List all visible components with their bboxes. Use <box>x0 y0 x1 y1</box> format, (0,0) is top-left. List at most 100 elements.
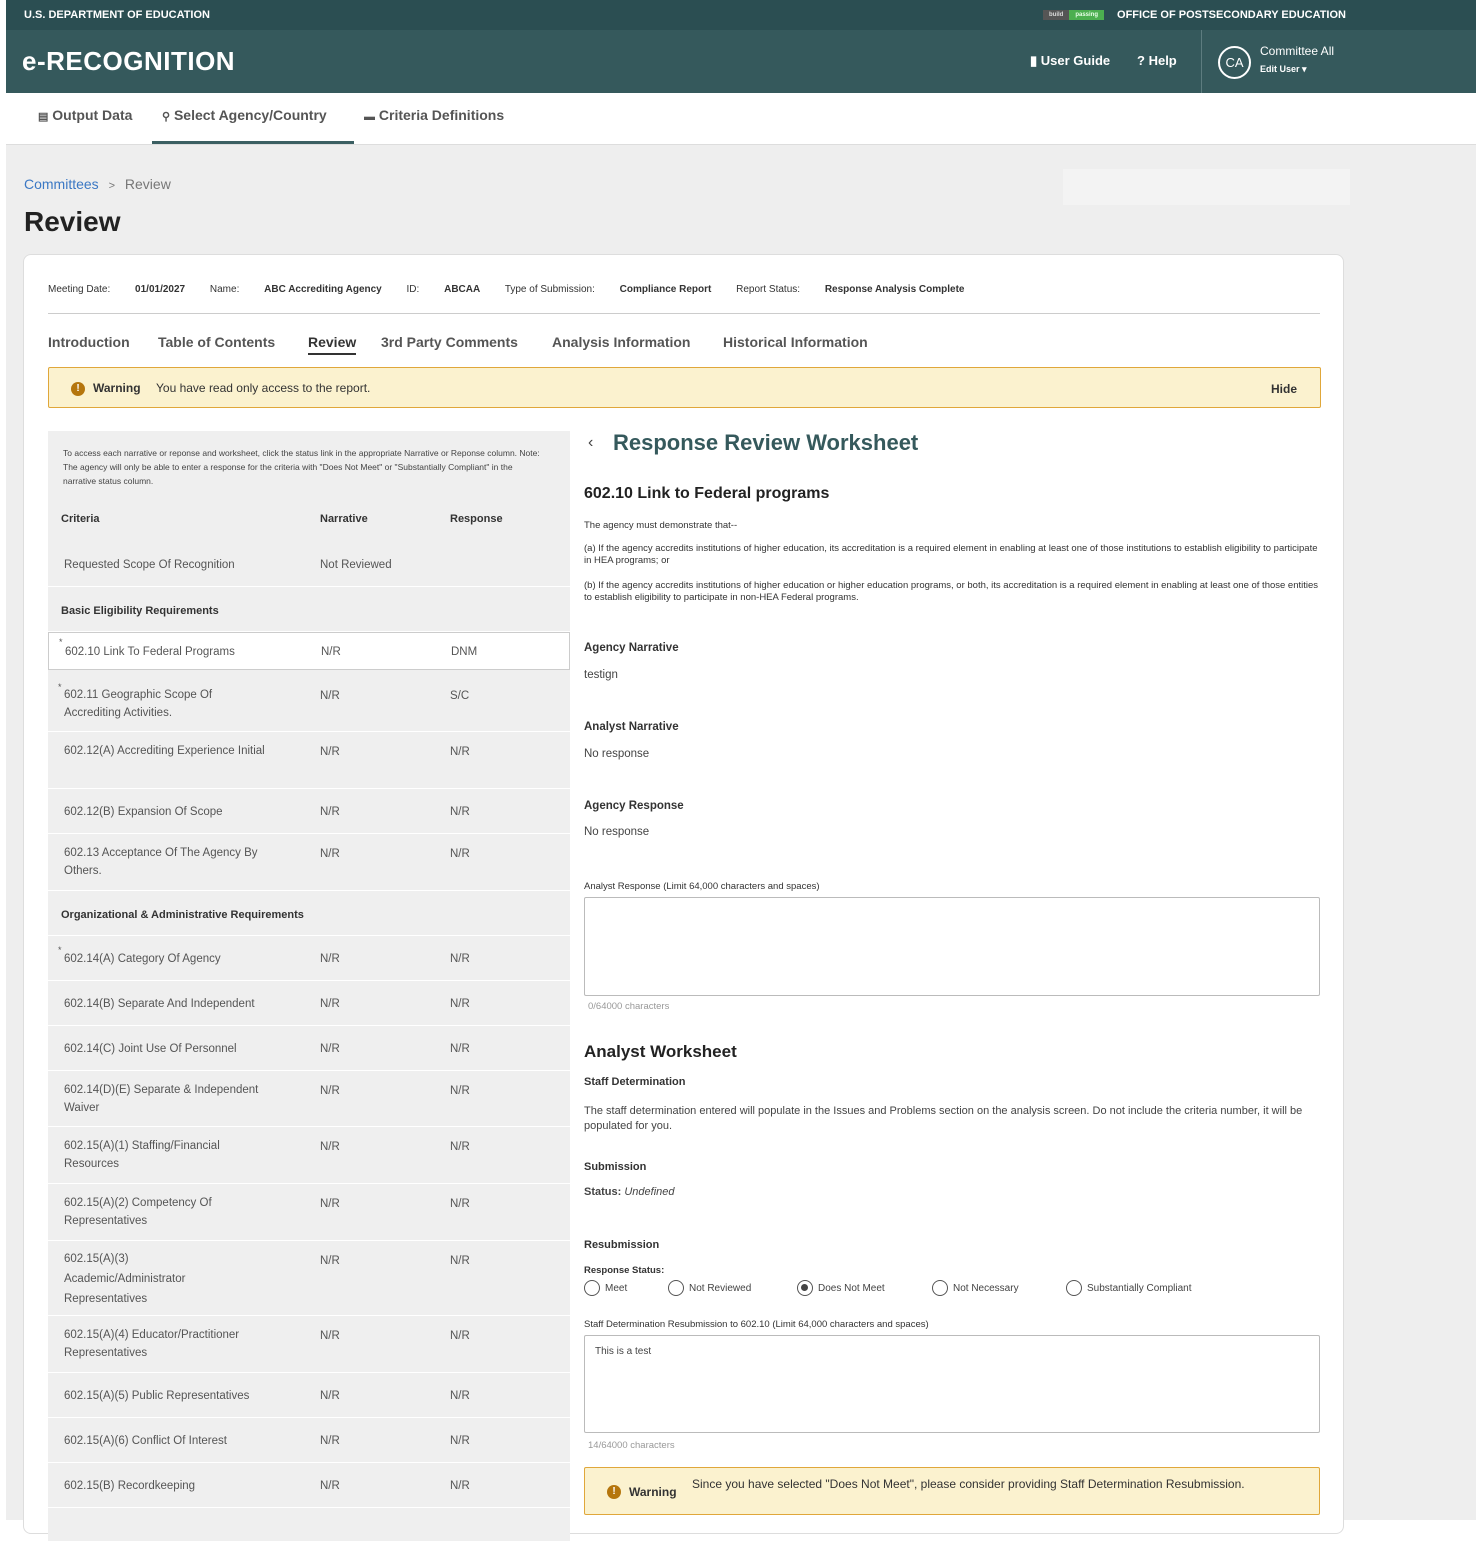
narrative-cell[interactable]: N/R <box>320 1480 340 1492</box>
table-row[interactable]: 602.15(A)(5) Public Representatives N/R … <box>48 1373 570 1418</box>
radio-circle-selected <box>797 1280 813 1296</box>
narrative-cell[interactable]: N/R <box>320 1141 340 1153</box>
resubmission-count: 14/64000 characters <box>588 1440 675 1451</box>
tab-analysis-information[interactable]: Analysis Information <box>552 334 690 350</box>
criteria-cell: 602.11 Geographic Scope Of Accrediting A… <box>64 689 213 719</box>
table-row[interactable]: 602.13 Acceptance Of The Agency By Other… <box>48 834 570 891</box>
response-cell[interactable]: N/R <box>450 953 470 965</box>
narrative-cell[interactable]: N/R <box>320 1043 340 1055</box>
tab-table-of-contents[interactable]: Table of Contents <box>158 334 275 350</box>
table-row[interactable]: 602.15(A)(6) Conflict Of Interest N/R N/… <box>48 1418 570 1463</box>
criteria-cell: 602.15(A)(5) Public Representatives <box>64 1390 250 1402</box>
nav-criteria-definitions[interactable]: ▬ Criteria Definitions <box>364 107 504 123</box>
response-cell[interactable]: S/C <box>450 690 469 702</box>
table-row[interactable]: 602.15(A)(3) Academic/Administrator Repr… <box>48 1241 570 1316</box>
narrative-cell[interactable]: N/R <box>320 1085 340 1097</box>
radio-substantially-compliant[interactable]: Substantially Compliant <box>1066 1280 1192 1296</box>
radio-not-reviewed[interactable]: Not Reviewed <box>668 1280 751 1296</box>
submission-status: Status: Undefined <box>584 1186 675 1198</box>
response-cell[interactable]: N/R <box>450 1043 470 1055</box>
narrative-cell[interactable]: N/R <box>320 1330 340 1342</box>
tab-introduction[interactable]: Introduction <box>48 334 130 350</box>
meta-id-label: ID: <box>406 284 420 295</box>
narrative-cell[interactable]: N/R <box>320 1255 340 1267</box>
narrative-cell[interactable]: N/R <box>320 806 340 818</box>
meta-status-value: Response Analysis Complete <box>824 284 965 295</box>
criteria-cell: 602.15(A)(6) Conflict Of Interest <box>64 1435 227 1447</box>
table-row[interactable]: 602.12(B) Expansion Of Scope N/R N/R <box>48 789 570 834</box>
app-logo[interactable]: e-RECOGNITION <box>22 46 235 77</box>
radio-meet[interactable]: Meet <box>584 1280 627 1296</box>
narrative-cell[interactable]: N/R <box>320 1390 340 1402</box>
table-row[interactable]: Requested Scope Of Recognition Not Revie… <box>48 541 570 587</box>
chevron-left-icon[interactable]: ‹ <box>588 434 593 452</box>
resubmission-textarea[interactable]: This is a test <box>584 1335 1320 1433</box>
meta-type: Type of Submission: Compliance Report <box>505 284 712 295</box>
table-row[interactable]: 602.15(B) Recordkeeping N/R N/R <box>48 1463 570 1508</box>
narrative-cell[interactable]: N/R <box>320 953 340 965</box>
agency-narrative-label: Agency Narrative <box>584 642 679 654</box>
meta-divider <box>48 313 1320 314</box>
response-cell[interactable]: N/R <box>450 1198 470 1210</box>
response-cell[interactable]: N/R <box>450 806 470 818</box>
narrative-cell[interactable]: N/R <box>320 690 340 702</box>
radio-does-not-meet[interactable]: Does Not Meet <box>797 1280 885 1296</box>
table-row[interactable]: * 602.11 Geographic Scope Of Accrediting… <box>48 676 570 732</box>
response-cell[interactable]: N/R <box>450 1435 470 1447</box>
criteria-cell: 602.15(B) Recordkeeping <box>64 1480 196 1492</box>
response-cell[interactable]: N/R <box>450 1330 470 1342</box>
response-cell[interactable]: N/R <box>450 1085 470 1097</box>
agency-narrative-link[interactable]: testign <box>584 669 618 681</box>
warning-title: Warning <box>93 381 141 395</box>
col-narrative: Narrative <box>320 513 368 525</box>
status-label: Status: <box>584 1186 622 1198</box>
response-cell[interactable]: N/R <box>450 1141 470 1153</box>
narrative-cell[interactable]: N/R <box>320 1198 340 1210</box>
edit-user-label: Edit User <box>1260 64 1300 74</box>
warning-message: Since you have selected "Does Not Meet",… <box>692 1477 1245 1491</box>
narrative-cell[interactable]: N/R <box>320 1435 340 1447</box>
tab-3rd-party-comments[interactable]: 3rd Party Comments <box>381 334 518 350</box>
hide-warning-button[interactable]: Hide <box>1271 382 1297 396</box>
response-cell[interactable]: N/R <box>450 1390 470 1402</box>
avatar[interactable]: CA <box>1218 46 1251 79</box>
narrative-cell[interactable]: N/R <box>320 848 340 860</box>
response-cell[interactable]: N/R <box>450 1255 470 1267</box>
table-row[interactable]: 602.14(B) Separate And Independent N/R N… <box>48 981 570 1026</box>
criteria-cell: 602.14(B) Separate And Independent <box>64 998 255 1010</box>
meta-status-label: Report Status: <box>736 284 801 295</box>
breadcrumb-committees-link[interactable]: Committees <box>24 176 99 192</box>
narrative-cell[interactable]: N/R <box>320 998 340 1010</box>
page-title: Review <box>24 206 121 237</box>
nav-output-data[interactable]: ▤ Output Data <box>38 107 132 123</box>
response-cell[interactable]: N/R <box>450 1480 470 1492</box>
table-row[interactable]: 602.15(A)(4) Educator/Practitioner Repre… <box>48 1316 570 1373</box>
help-link[interactable]: ? Help <box>1137 53 1177 68</box>
table-row[interactable]: 602.15(A)(1) Staffing/Financial Resource… <box>48 1127 570 1184</box>
tab-historical-information[interactable]: Historical Information <box>723 334 868 350</box>
response-cell[interactable]: DNM <box>451 646 477 658</box>
tab-review[interactable]: Review <box>308 334 357 355</box>
table-row[interactable]: * 602.14(A) Category Of Agency N/R N/R <box>48 936 570 981</box>
build-badge: build <box>1043 10 1070 20</box>
required-asterisk: * <box>59 637 63 647</box>
radio-not-necessary[interactable]: Not Necessary <box>932 1280 1019 1296</box>
response-cell[interactable]: N/R <box>450 848 470 860</box>
narrative-cell[interactable]: N/R <box>321 646 341 658</box>
narrative-cell[interactable]: Not Reviewed <box>320 559 392 571</box>
response-cell[interactable]: N/R <box>450 746 470 758</box>
narrative-cell[interactable]: N/R <box>320 746 340 758</box>
table-row[interactable]: 602.15(A)(2) Competency Of Representativ… <box>48 1184 570 1241</box>
table-row[interactable]: 602.12(A) Accrediting Experience Initial… <box>48 732 570 789</box>
edit-user-menu[interactable]: Edit User ▾ <box>1260 64 1307 75</box>
table-row[interactable]: 602.14(D)(E) Separate & Independent Waiv… <box>48 1071 570 1127</box>
response-cell[interactable]: N/R <box>450 998 470 1010</box>
list-icon: ▤ <box>38 111 49 123</box>
analyst-response-textarea[interactable] <box>584 897 1320 996</box>
table-row-selected[interactable]: * 602.10 Link To Federal Programs N/R DN… <box>48 632 570 670</box>
table-row[interactable]: 602.14(C) Joint Use Of Personnel N/R N/R <box>48 1026 570 1071</box>
nav-select-agency[interactable]: ⚲ Select Agency/Country <box>162 107 327 123</box>
nav-criteria-definitions-label: Criteria Definitions <box>378 107 505 123</box>
criteria-cell: 602.14(A) Category Of Agency <box>64 953 221 965</box>
user-guide-link[interactable]: ▮ User Guide <box>1030 53 1110 69</box>
